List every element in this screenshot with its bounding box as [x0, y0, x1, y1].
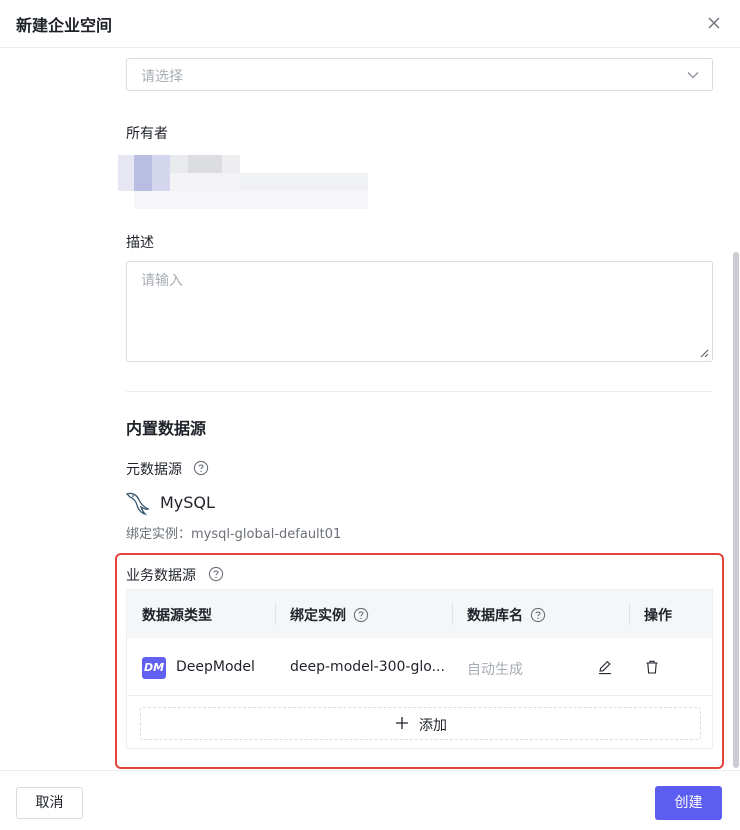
- row-type: DeepModel: [176, 659, 255, 675]
- column-header-type: 数据源类型: [142, 608, 212, 624]
- plus-icon: [396, 717, 408, 729]
- close-icon[interactable]: [704, 13, 724, 33]
- create-button[interactable]: 创建: [655, 786, 722, 820]
- delete-icon[interactable]: [644, 659, 660, 675]
- column-header-dbname: 数据库名: [467, 608, 523, 624]
- help-icon[interactable]: [353, 607, 369, 623]
- resize-grip-icon[interactable]: [700, 349, 709, 358]
- business-datasource-label: 业务数据源: [126, 568, 196, 584]
- help-icon[interactable]: [530, 607, 546, 623]
- column-header-actions: 操作: [644, 608, 672, 624]
- add-datasource-button[interactable]: 添加: [140, 707, 701, 740]
- dialog-footer: 取消 创建: [0, 770, 740, 830]
- builtin-datasource-title: 内置数据源: [126, 419, 207, 438]
- help-icon[interactable]: [193, 460, 209, 476]
- bind-instance-text: 绑定实例：mysql-global-default01: [126, 527, 342, 542]
- chevron-down-icon: [687, 72, 699, 79]
- meta-datasource-label: 元数据源: [126, 462, 182, 478]
- mysql-dolphin-icon: [125, 492, 150, 516]
- help-icon[interactable]: [208, 566, 224, 582]
- business-datasource-table: 数据源类型 绑定实例 数据库名 操作 DM DeepModel deep-mod…: [126, 589, 713, 749]
- owner-avatar-blurred: [118, 155, 368, 210]
- owner-label: 所有者: [126, 126, 168, 142]
- mysql-label: MySQL: [160, 493, 215, 512]
- column-separator: [629, 603, 630, 625]
- column-separator: [275, 603, 276, 625]
- description-placeholder: 请输入: [141, 273, 183, 289]
- description-label: 描述: [126, 235, 154, 251]
- select-placeholder: 请选择: [141, 69, 183, 85]
- dialog-header: 新建企业空间: [0, 0, 740, 48]
- column-separator: [452, 603, 453, 625]
- table-header: 数据源类型 绑定实例 数据库名 操作: [127, 590, 712, 638]
- edit-icon[interactable]: [597, 659, 613, 675]
- add-label: 添加: [419, 718, 447, 734]
- column-header-instance: 绑定实例: [290, 608, 346, 624]
- description-textarea[interactable]: 请输入: [126, 261, 713, 362]
- row-instance: deep-model-300-glo...: [290, 659, 445, 675]
- dialog-title: 新建企业空间: [16, 16, 113, 35]
- select-field[interactable]: 请选择: [126, 58, 713, 91]
- deepmodel-logo-icon: DM: [142, 657, 166, 679]
- cancel-button[interactable]: 取消: [16, 787, 83, 819]
- scrollbar[interactable]: [733, 252, 739, 768]
- section-divider: [126, 391, 713, 392]
- row-dbname: 自动生成: [467, 662, 523, 678]
